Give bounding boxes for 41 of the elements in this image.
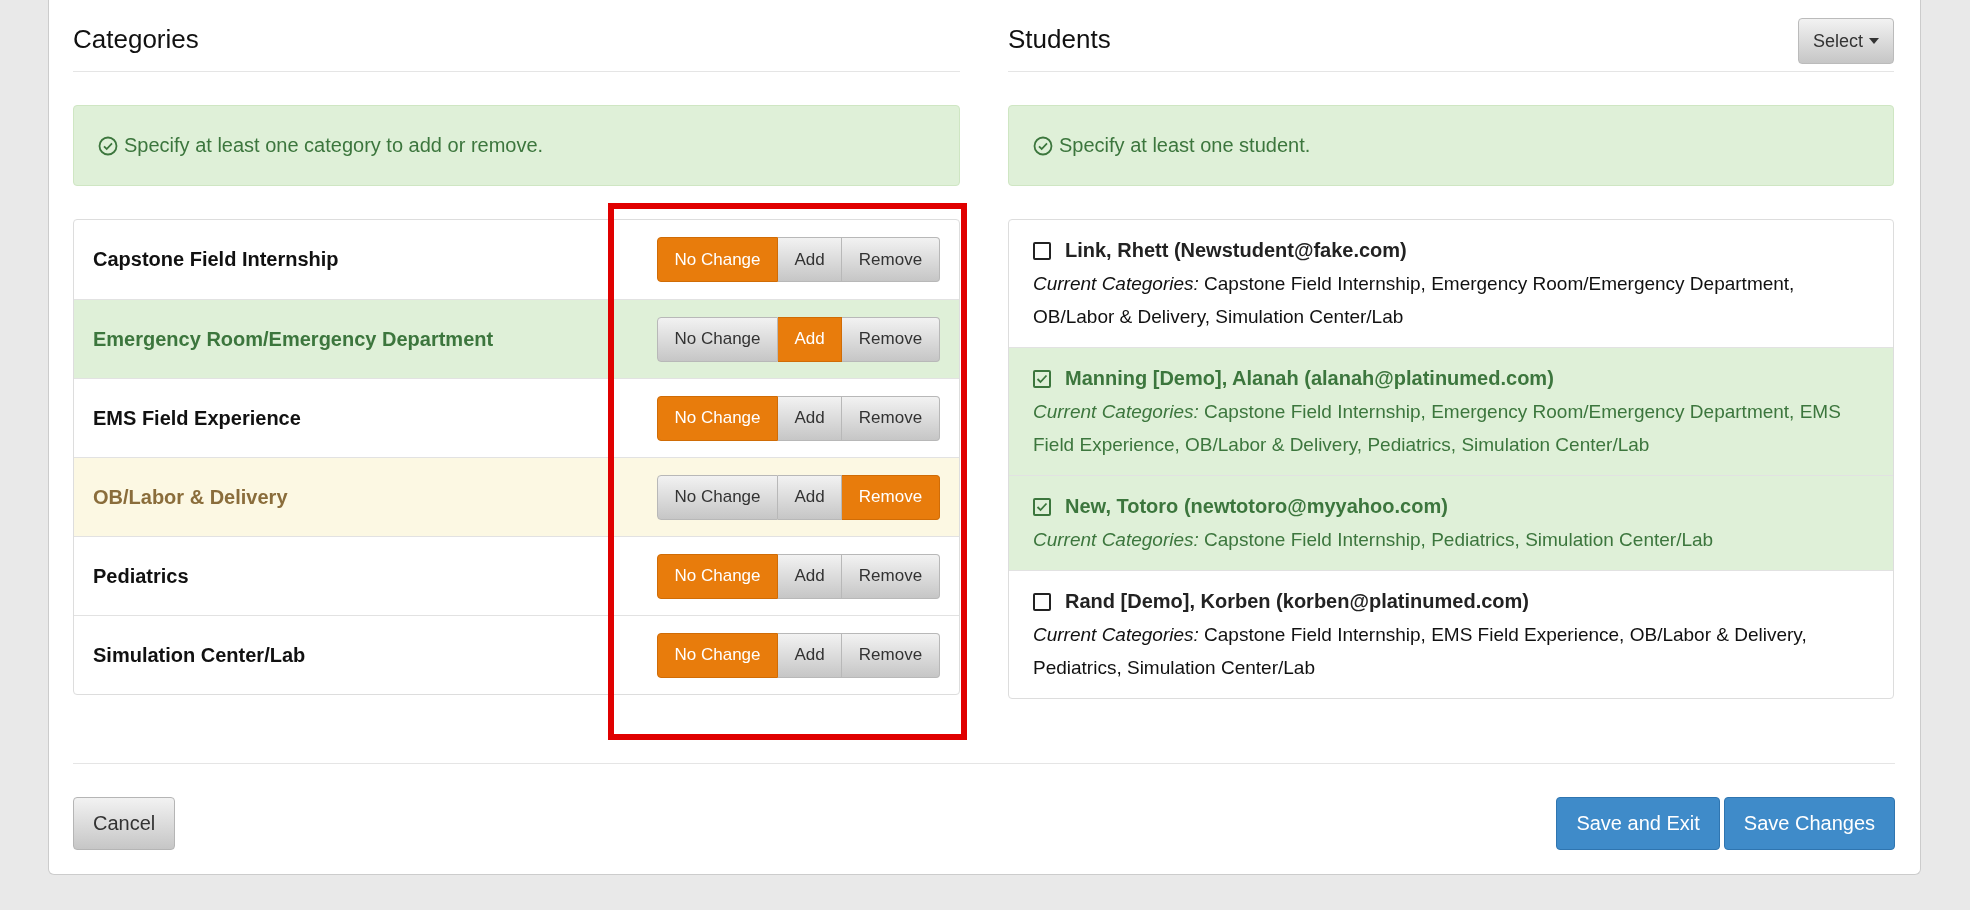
category-name: Simulation Center/Lab	[93, 643, 306, 667]
select-dropdown-button[interactable]: Select	[1797, 18, 1894, 64]
checkbox[interactable]	[1033, 592, 1051, 611]
category-name: Capstone Field Internship	[93, 248, 339, 271]
current-categories-text: Current Categories: Capstone Field Internship, Emergency Room/Emergency Department, EMS Field Experience, OB/Labor & Delivery, Pediatrics, Simulation Center/Lab	[1033, 400, 1842, 457]
toggle-button[interactable]: Add	[778, 632, 842, 678]
section-title: Students	[1008, 24, 1111, 55]
cancel-button[interactable]: Cancel	[73, 797, 176, 850]
toggle-button[interactable]: No Change	[657, 316, 778, 362]
student-name: Manning [Demo], Alanah (alanah@platinumed.com)	[1065, 366, 1554, 391]
toggle-button[interactable]: Add	[778, 474, 842, 520]
alert-text: Specify at least one student.	[1059, 134, 1311, 157]
save-and-exit-button[interactable]: Save and Exit	[1556, 797, 1720, 850]
save-changes-button[interactable]: Save Changes	[1723, 797, 1895, 850]
toggle-button[interactable]: Add	[778, 237, 842, 282]
toggle-button[interactable]: Add	[778, 553, 842, 599]
student-name: New, Totoro (newtotoro@myyahoo.com)	[1065, 494, 1448, 519]
checkbox[interactable]	[1033, 497, 1051, 516]
toggle-button[interactable]: Remove	[842, 632, 940, 678]
student-name: Rand [Demo], Korben (korben@platinumed.com)	[1065, 589, 1529, 614]
current-categories-text: Current Categories: Capstone Field Internship, EMS Field Experience, OB/Labor & Delivery, Pediatrics, Simulation Center/Lab	[1033, 623, 1808, 680]
toggle-button[interactable]: Remove	[842, 237, 940, 282]
current-categories-text: Current Categories: Capstone Field Internship, Emergency Room/Emergency Department, OB/Labor & Delivery, Simulation Center/Lab	[1033, 272, 1796, 329]
toggle-button[interactable]: Add	[778, 395, 842, 441]
student-name: Link, Rhett (Newstudent@fake.com)	[1065, 238, 1407, 263]
section-title: Categories	[73, 24, 199, 55]
category-name: Emergency Room/Emergency Department	[93, 327, 494, 351]
toggle-button[interactable]: Remove	[842, 395, 940, 441]
alert-text: Specify at least one category to add or remove.	[124, 134, 544, 157]
check-circle-icon	[98, 135, 118, 156]
current-categories-text: Current Categories: Capstone Field Internship, Pediatrics, Simulation Center/Lab	[1033, 528, 1715, 552]
category-name: OB/Labor & Delivery	[93, 485, 288, 509]
category-name: EMS Field Experience	[93, 406, 301, 430]
toggle-button[interactable]: Remove	[842, 553, 940, 599]
toggle-button[interactable]: No Change	[657, 474, 778, 520]
category-name: Pediatrics	[93, 564, 189, 588]
toggle-button[interactable]: Remove	[842, 316, 940, 362]
checkbox[interactable]	[1033, 241, 1051, 260]
caret-icon	[1869, 38, 1879, 44]
check-circle-icon	[1033, 135, 1053, 156]
checkbox[interactable]	[1033, 369, 1051, 388]
